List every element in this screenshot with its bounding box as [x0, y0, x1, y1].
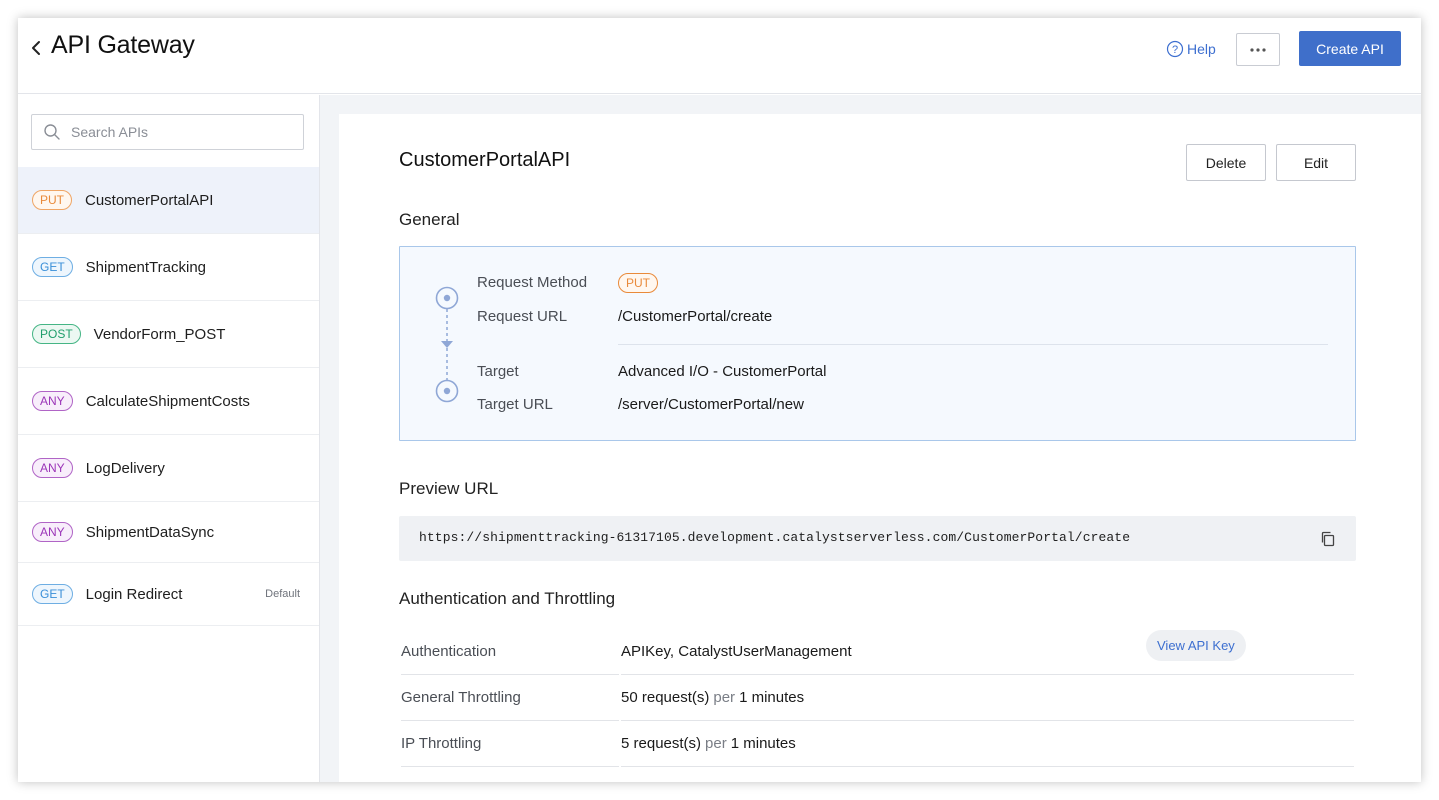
target-label: Target	[477, 363, 519, 380]
preview-url-heading: Preview URL	[399, 479, 499, 498]
target-url-label: Target URL	[477, 396, 553, 413]
edit-button[interactable]: Edit	[1276, 144, 1356, 181]
general-throttling-label: General Throttling	[401, 675, 619, 721]
help-label: Help	[1187, 41, 1216, 57]
api-name: ShipmentTracking	[85, 258, 207, 276]
general-throttling-count: 50 request(s)	[621, 689, 710, 706]
method-badge: PUT	[32, 190, 72, 210]
api-name: ShipmentDataSync	[85, 523, 215, 541]
table-row: General Throttling 50 request(s) per 1 m…	[399, 675, 1356, 721]
authentication-value: APIKey, CatalystUserManagement	[621, 643, 852, 660]
target-value: Advanced I/O - CustomerPortal	[618, 363, 827, 380]
chevron-left-icon[interactable]	[26, 38, 46, 58]
search-input[interactable]	[71, 124, 291, 140]
request-method-badge: PUT	[618, 273, 658, 293]
copy-icon[interactable]	[1320, 531, 1336, 547]
api-name: Login Redirect	[85, 585, 183, 603]
api-list-item[interactable]: GET ShipmentTracking	[18, 234, 319, 301]
authentication-cell: APIKey, CatalystUserManagement View API …	[621, 629, 1354, 675]
general-panel: Request Method PUT Request URL /Customer…	[399, 246, 1356, 441]
api-list-item[interactable]: ANY CalculateShipmentCosts	[18, 368, 319, 435]
ip-throttling-interval: 1 minutes	[730, 735, 796, 752]
ip-throttling-cell: 5 request(s) per 1 minutes	[621, 721, 1354, 767]
general-throttling-interval: 1 minutes	[739, 689, 805, 706]
table-row: Authentication APIKey, CatalystUserManag…	[399, 629, 1356, 675]
app-window: API Gateway ? Help Create API Search API…	[18, 18, 1421, 782]
auth-heading: Authentication and Throttling	[399, 589, 616, 608]
ip-throttling-count: 5 request(s)	[621, 735, 702, 752]
authentication-label: Authentication	[401, 629, 619, 675]
search-icon	[44, 124, 60, 140]
api-list-item[interactable]: ANY ShipmentDataSync	[18, 502, 319, 563]
general-throttling-per: per	[713, 689, 736, 706]
search-box[interactable]	[31, 114, 304, 150]
method-badge: GET	[32, 584, 73, 604]
method-badge: ANY	[32, 391, 73, 411]
create-api-button[interactable]: Create API	[1299, 31, 1401, 66]
api-list-item[interactable]: PUT CustomerPortalAPI	[18, 167, 319, 234]
api-list-item[interactable]: ANY LogDelivery	[18, 435, 319, 502]
method-badge: POST	[32, 324, 81, 344]
request-url-value: /CustomerPortal/create	[618, 308, 773, 325]
svg-text:?: ?	[1172, 44, 1178, 56]
more-options-button[interactable]	[1236, 33, 1280, 66]
api-list-item[interactable]: POST VendorForm_POST	[18, 301, 319, 368]
method-badge: ANY	[32, 458, 73, 478]
target-url-value: /server/CustomerPortal/new	[618, 396, 804, 413]
general-heading: General	[399, 210, 460, 229]
request-url-label: Request URL	[477, 308, 568, 325]
view-api-key-button[interactable]: View API Key	[1146, 630, 1246, 661]
api-detail-title: CustomerPortalAPI	[399, 149, 571, 171]
ellipsis-icon	[1250, 47, 1266, 52]
preview-url-text: https://shipmenttracking-61317105.develo…	[419, 530, 1131, 545]
api-list-item[interactable]: GET Login Redirect Default	[18, 563, 319, 626]
default-tag: Default	[265, 588, 300, 600]
api-name: CustomerPortalAPI	[85, 191, 214, 209]
table-row: IP Throttling 5 request(s) per 1 minutes	[399, 721, 1356, 767]
api-name: VendorForm_POST	[93, 325, 226, 343]
api-detail-card: CustomerPortalAPI Delete Edit General Re…	[339, 114, 1421, 782]
help-circle-icon: ?	[1166, 40, 1184, 58]
page-header: API Gateway ? Help Create API	[18, 18, 1421, 94]
api-sidebar: PUT CustomerPortalAPI GET ShipmentTracki…	[18, 95, 320, 782]
preview-url-box: https://shipmenttracking-61317105.develo…	[399, 516, 1356, 561]
divider	[618, 344, 1328, 345]
page-title: API Gateway	[51, 31, 195, 59]
auth-table: Authentication APIKey, CatalystUserManag…	[399, 629, 1356, 767]
ip-throttling-label: IP Throttling	[401, 721, 619, 767]
method-badge: GET	[32, 257, 73, 277]
ip-throttling-per: per	[705, 735, 727, 752]
api-name: LogDelivery	[85, 459, 165, 477]
delete-button[interactable]: Delete	[1186, 144, 1266, 181]
request-method-label: Request Method	[477, 274, 588, 291]
general-throttling-cell: 50 request(s) per 1 minutes	[621, 675, 1354, 721]
request-flow-icon	[435, 286, 459, 403]
api-name: CalculateShipmentCosts	[85, 392, 250, 410]
method-badge: ANY	[32, 522, 73, 542]
api-list: PUT CustomerPortalAPI GET ShipmentTracki…	[18, 167, 319, 626]
help-link[interactable]: ? Help	[1166, 39, 1216, 59]
